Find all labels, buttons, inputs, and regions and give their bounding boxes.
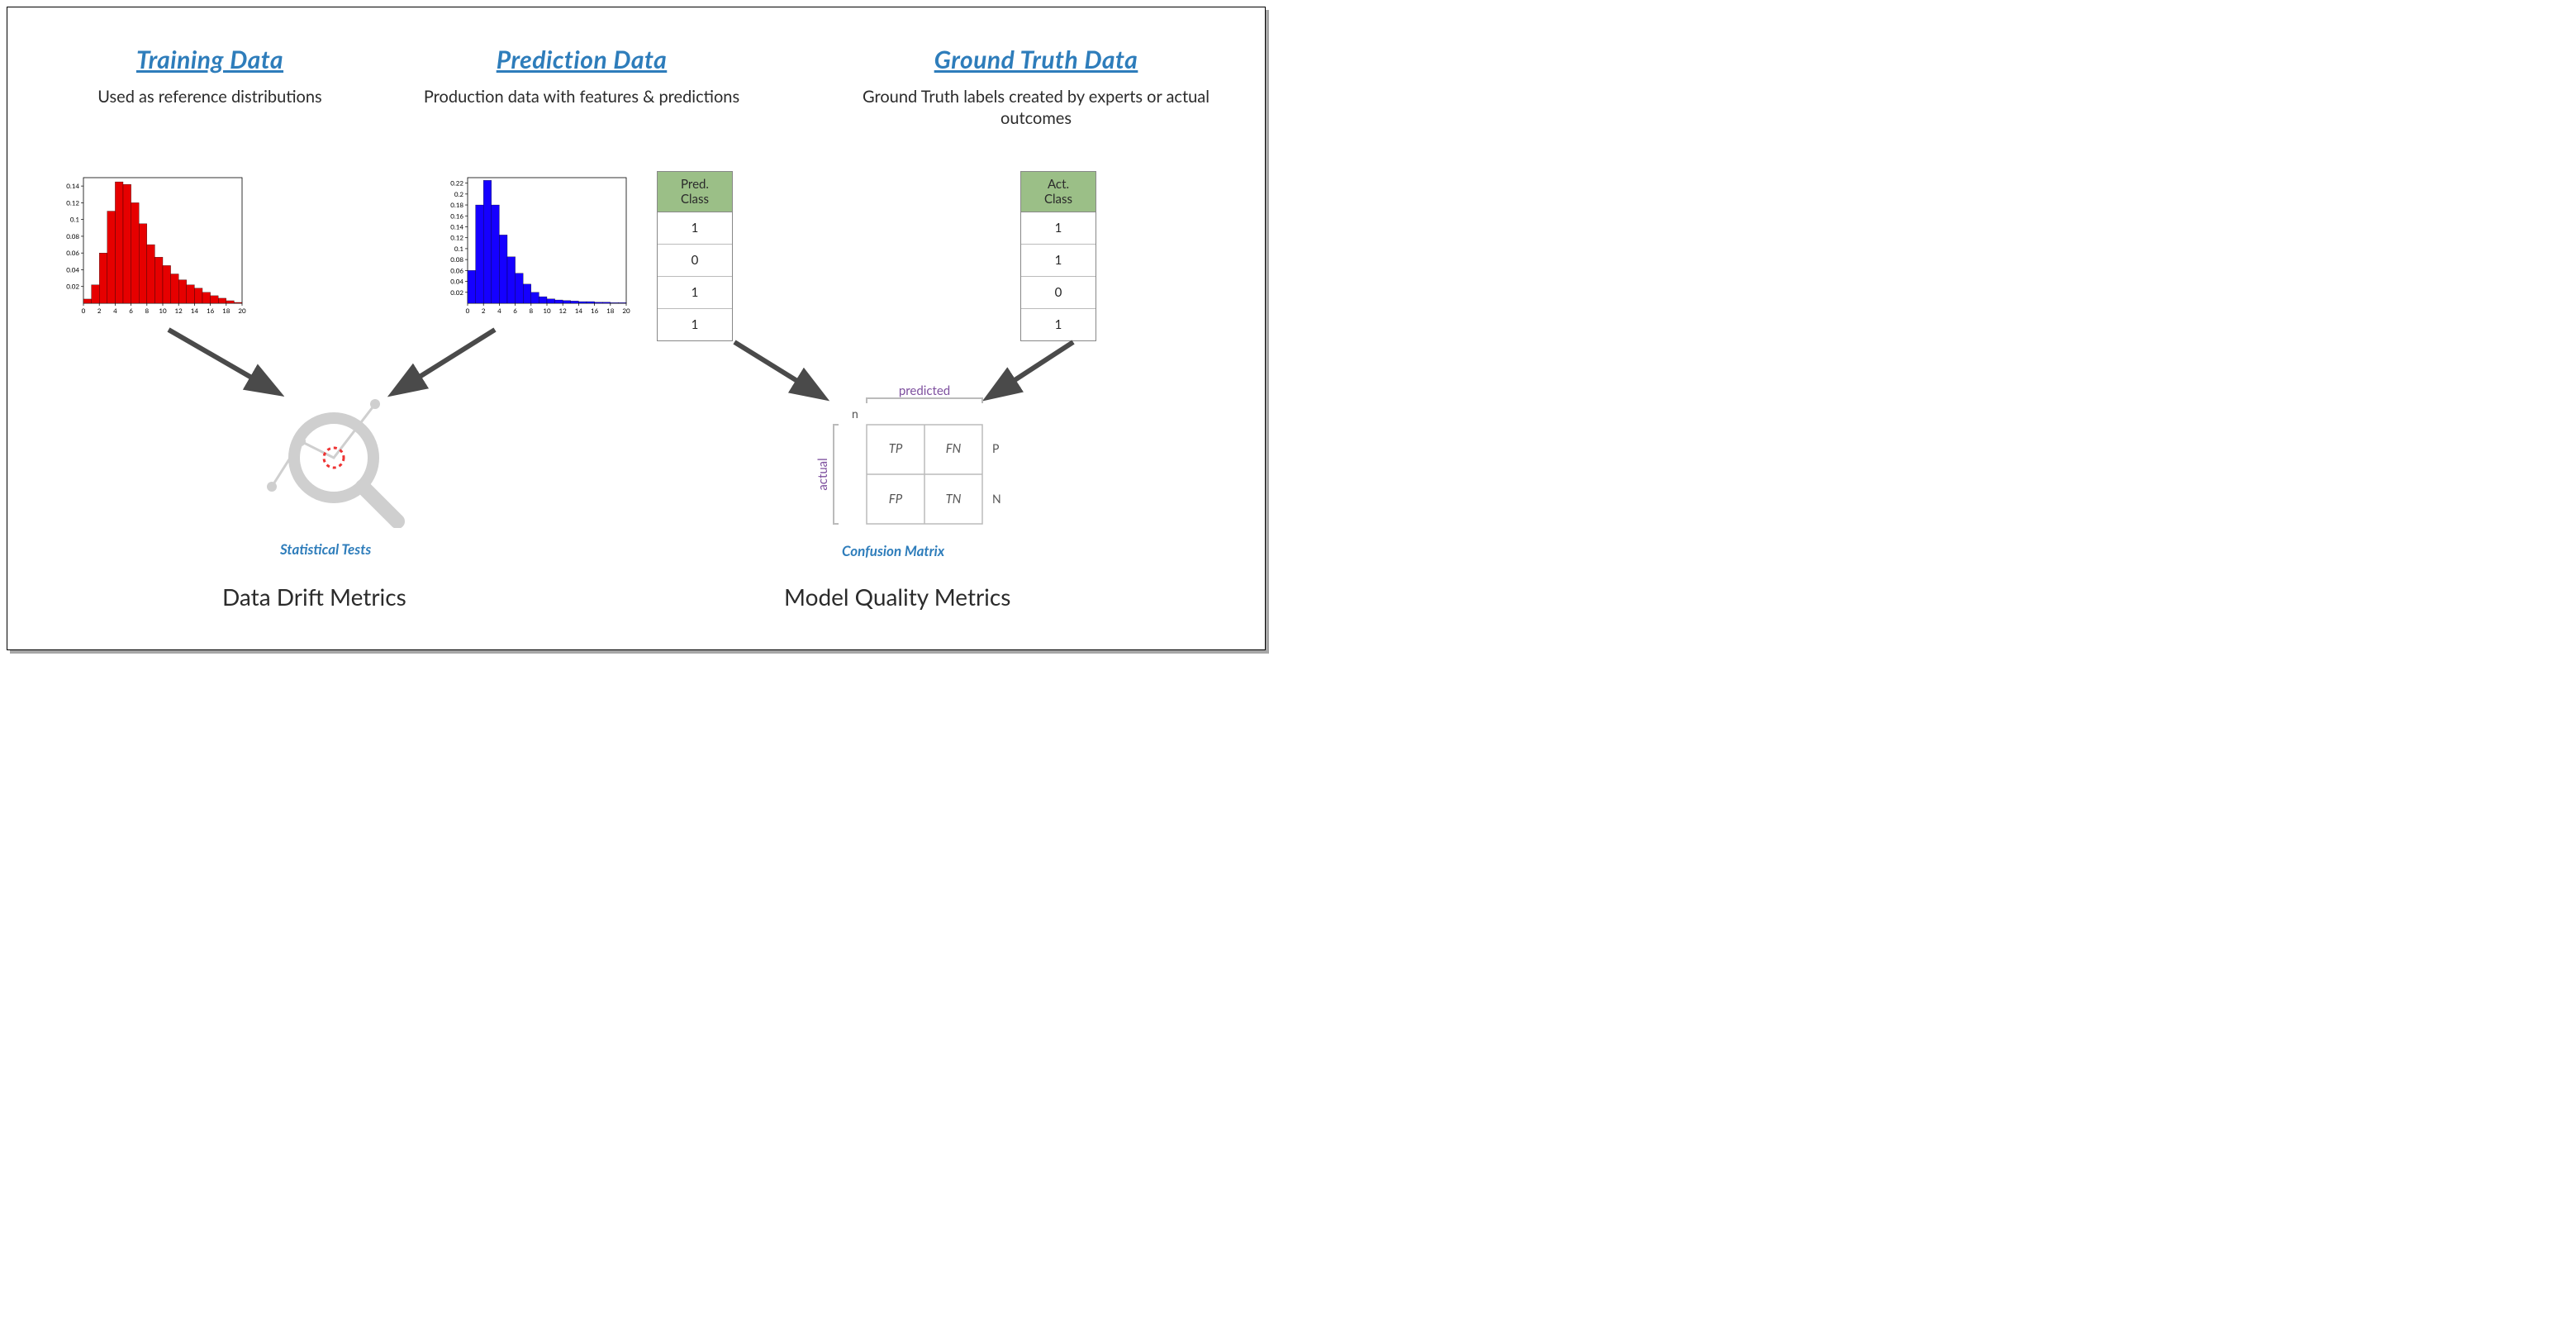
svg-text:18: 18: [222, 307, 231, 315]
magnifier-icon: [255, 379, 412, 528]
svg-text:12: 12: [559, 307, 568, 315]
svg-text:0.16: 0.16: [450, 212, 463, 220]
prediction-title: Prediction Data: [387, 45, 776, 74]
table-row: 1: [658, 212, 732, 245]
column-training: Training Data Used as reference distribu…: [32, 45, 387, 107]
table-row: 1: [1021, 212, 1096, 245]
confusion-matrix: predicted actual n TP FN FP TN P N: [817, 383, 1024, 540]
svg-text:0.08: 0.08: [450, 255, 463, 264]
svg-text:P: P: [992, 441, 999, 455]
table-row: 0: [658, 245, 732, 277]
svg-text:TP: TP: [889, 441, 903, 456]
svg-text:0.14: 0.14: [66, 182, 79, 190]
svg-text:0.12: 0.12: [450, 234, 463, 242]
svg-text:2: 2: [97, 307, 102, 315]
svg-text:0.04: 0.04: [450, 278, 463, 286]
svg-text:4: 4: [497, 307, 501, 315]
truth-subtitle: Ground Truth labels created by experts o…: [842, 86, 1230, 129]
svg-text:8: 8: [529, 307, 533, 315]
svg-text:0.18: 0.18: [450, 201, 463, 209]
svg-text:4: 4: [113, 307, 117, 315]
svg-text:0: 0: [466, 307, 470, 315]
svg-text:12: 12: [175, 307, 183, 315]
svg-text:0.06: 0.06: [66, 249, 79, 257]
svg-text:0.06: 0.06: [450, 266, 463, 274]
svg-text:20: 20: [622, 307, 630, 315]
svg-text:8: 8: [145, 307, 149, 315]
diagram-frame: Training Data Used as reference distribu…: [7, 7, 1266, 650]
prediction-subtitle: Production data with features & predicti…: [387, 86, 776, 107]
svg-text:16: 16: [591, 307, 599, 315]
svg-text:0.02: 0.02: [66, 283, 79, 291]
pred-table-header: Pred. Class: [658, 172, 732, 212]
statistical-tests-label: Statistical Tests: [280, 540, 371, 558]
confusion-predicted-label: predicted: [899, 383, 950, 398]
model-quality-metrics-label: Model Quality Metrics: [784, 583, 1010, 611]
svg-text:10: 10: [543, 307, 551, 315]
column-prediction: Prediction Data Production data with fea…: [387, 45, 776, 107]
svg-text:0: 0: [82, 307, 86, 315]
act-table-header: Act. Class: [1021, 172, 1096, 212]
pred-class-table: Pred. Class 1 0 1 1: [657, 171, 733, 341]
act-class-table: Act. Class 1 1 0 1: [1020, 171, 1096, 341]
prediction-histogram: 0.02 0.04 0.06 0.08 0.1 0.12 0.14 0.16 0.18 0.2 0.…: [441, 173, 631, 321]
svg-text:6: 6: [129, 307, 133, 315]
training-histogram: 0.02 0.04 0.06 0.08 0.1 0.12 0.14 0 2 4 6 8 10 12 14 16…: [57, 173, 247, 321]
svg-text:14: 14: [575, 307, 583, 315]
svg-text:0.04: 0.04: [66, 265, 79, 273]
svg-text:0.22: 0.22: [450, 179, 463, 188]
svg-text:FP: FP: [889, 492, 903, 507]
svg-text:0.1: 0.1: [454, 245, 464, 253]
svg-text:18: 18: [606, 307, 615, 315]
data-drift-metrics-label: Data Drift Metrics: [222, 583, 406, 611]
svg-text:6: 6: [513, 307, 517, 315]
table-row: 1: [658, 309, 732, 340]
table-row: 0: [1021, 277, 1096, 309]
svg-text:20: 20: [238, 307, 246, 315]
confusion-matrix-label: Confusion Matrix: [842, 542, 944, 559]
table-row: 1: [658, 277, 732, 309]
svg-text:14: 14: [191, 307, 199, 315]
svg-text:0.2: 0.2: [454, 190, 464, 198]
svg-text:0.1: 0.1: [70, 216, 80, 224]
svg-text:2: 2: [482, 307, 486, 315]
svg-text:FN: FN: [946, 441, 962, 456]
svg-text:0.02: 0.02: [450, 288, 463, 297]
truth-title: Ground Truth Data: [842, 45, 1230, 74]
training-subtitle: Used as reference distributions: [32, 86, 387, 107]
svg-text:0.14: 0.14: [450, 222, 463, 231]
table-row: 1: [1021, 245, 1096, 277]
svg-text:16: 16: [207, 307, 215, 315]
column-truth: Ground Truth Data Ground Truth labels cr…: [842, 45, 1230, 129]
svg-text:n: n: [852, 407, 858, 421]
svg-text:0.08: 0.08: [66, 232, 79, 240]
svg-text:10: 10: [159, 307, 167, 315]
confusion-actual-label: actual: [817, 458, 830, 490]
svg-text:0.12: 0.12: [66, 198, 79, 207]
training-title: Training Data: [32, 45, 387, 74]
svg-text:TN: TN: [946, 492, 962, 507]
svg-text:N: N: [992, 492, 1001, 506]
